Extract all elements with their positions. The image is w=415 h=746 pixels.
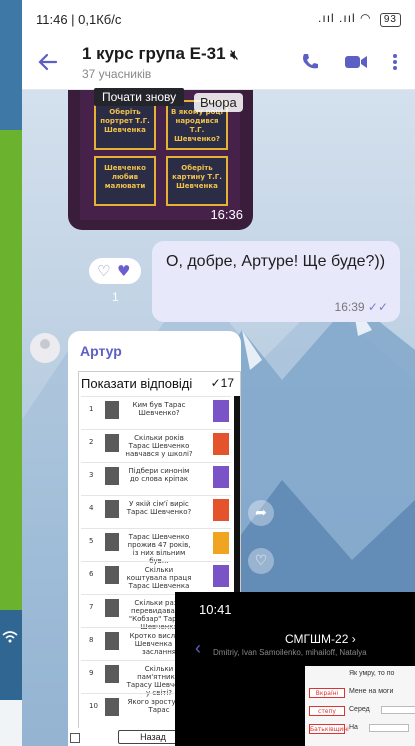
status-time: 11:46 | 0,1Кб/с: [36, 12, 122, 27]
row-portrait: [105, 599, 119, 617]
row-question: У якій сім'ї виріс Тарас Шевченко?: [126, 500, 192, 516]
signal-icon: .ııl .ııl: [318, 11, 356, 25]
row-question: Скільки років Тарас Шевченко навчався у …: [125, 434, 193, 458]
row-portrait: [105, 698, 119, 716]
more-menu-icon[interactable]: [392, 52, 398, 76]
overlay-document: Як умру, то по Вкраїні Мене на моги степ…: [305, 666, 415, 746]
doc-field: [369, 724, 409, 732]
row-question: Скільки коштувала праця Тарас Шевченка: [126, 566, 192, 590]
reaction-count: 1: [112, 290, 119, 304]
row-portrait: [105, 566, 119, 584]
forwarded-screenshot[interactable]: 10:41 ‹ СМГШМ-22 › Dmitriy, Ivan Samoile…: [175, 592, 415, 746]
status-right: .ııl .ııl ◠ 93: [318, 11, 401, 27]
doc-line: Серед: [349, 706, 370, 713]
worksheet-row: 4 У якій сім'ї виріс Тарас Шевченко?: [81, 495, 231, 527]
overlay-time: 10:41: [199, 602, 232, 617]
row-number: 2: [89, 438, 94, 446]
outgoing-time-text: 16:39: [334, 300, 365, 314]
doc-label: степу: [309, 706, 345, 716]
doc-line: Як умру, то по: [349, 670, 395, 677]
like-heart-icon[interactable]: ♡: [248, 548, 274, 574]
row-answer-tile: [213, 565, 229, 587]
row-portrait: [105, 665, 119, 683]
quiz-card: Шевченко любив малювати: [94, 156, 156, 206]
quiz-card: Оберіть картину Т.Г. Шевченка: [166, 156, 228, 206]
worksheet-row: 6 Скільки коштувала праця Тарас Шевченка: [81, 561, 231, 593]
row-number: 9: [89, 669, 94, 677]
restart-button: Почати знову: [94, 88, 185, 106]
members-count: 37 учасників: [82, 67, 152, 81]
chat-screen: 11:46 | 0,1Кб/с .ııl .ııl ◠ 93 1 курс гр…: [22, 0, 415, 746]
outgoing-message-time: 16:39 ✓✓: [335, 300, 388, 314]
doc-label: Вкраїні: [309, 688, 345, 698]
row-number: 6: [89, 570, 94, 578]
chat-header: 1 курс група Е-31 🔇︎ 37 учасників: [22, 38, 415, 90]
back-arrow-icon[interactable]: [38, 52, 60, 74]
background-green-panel: [0, 130, 22, 610]
battery-icon: 93: [379, 13, 401, 27]
outgoing-message-text: О, добре, Артуре! Ще буде?)): [166, 253, 386, 270]
doc-line: Мене на моги: [349, 688, 394, 695]
row-answer-tile: [213, 400, 229, 422]
row-answer-tile: [213, 499, 229, 521]
row-portrait: [105, 467, 119, 485]
chat-title[interactable]: 1 курс група Е-31 🔇︎: [82, 44, 238, 64]
doc-field: [381, 706, 415, 714]
worksheet-score: ✓17: [210, 376, 234, 390]
row-portrait: [105, 533, 119, 551]
row-number: 1: [89, 405, 94, 413]
overlay-chat-title: СМГШМ-22 ›: [285, 632, 356, 646]
row-number: 8: [89, 636, 94, 644]
row-number: 5: [89, 537, 94, 545]
worksheet-row: 5 Тарас Шевченко прожив 47 років, із них …: [81, 528, 231, 565]
row-portrait: [105, 401, 119, 419]
video-call-icon[interactable]: [344, 52, 368, 76]
reactions-pill[interactable]: ♡ ♥: [89, 258, 141, 284]
row-portrait: [105, 500, 119, 518]
phone-call-icon[interactable]: [300, 52, 320, 76]
background-app-strip: [0, 0, 22, 746]
row-number: 7: [89, 603, 94, 611]
row-portrait: [105, 632, 119, 650]
share-icon[interactable]: ➦: [248, 500, 274, 526]
wifi-icon: [2, 630, 18, 648]
wifi-status-icon: ◠: [360, 11, 372, 25]
outgoing-message[interactable]: О, добре, Артуре! Ще буде?)) 16:39 ✓✓: [152, 241, 400, 322]
read-check-icon: ✓✓: [367, 300, 388, 314]
worksheet-row: 2 Скільки років Тарас Шевченко навчався у…: [81, 429, 231, 461]
row-number: 4: [89, 504, 94, 512]
overlay-members: Dmitriy, Ivan Samoilenko, mihailoff, Nat…: [213, 648, 367, 657]
quiz-card: Оберіть портрет Т.Г. Шевченка: [94, 100, 156, 150]
worksheet-row: 1 Ким був Тарас Шевченко?: [81, 396, 231, 428]
sender-name[interactable]: Артур: [80, 343, 122, 359]
chat-title-text: 1 курс група Е-31: [82, 44, 226, 63]
row-answer-tile: [213, 466, 229, 488]
row-number: 10: [89, 702, 98, 710]
muted-icon: 🔇︎: [230, 47, 239, 62]
heart-outline-icon[interactable]: ♡: [97, 263, 110, 279]
status-bar: 11:46 | 0,1Кб/с .ııl .ııl ◠ 93: [22, 0, 415, 38]
avatar[interactable]: [30, 333, 60, 363]
row-answer-tile: [213, 433, 229, 455]
row-portrait: [105, 434, 119, 452]
row-question: Підбери синонім до слова кріпак: [128, 467, 190, 483]
overlay-back-icon: ‹: [195, 638, 201, 658]
background-bottom-bar: [0, 700, 22, 746]
row-question: Ким був Тарас Шевченко?: [132, 401, 186, 417]
doc-line: На: [349, 724, 358, 731]
image-time: 16:36: [210, 207, 243, 222]
row-answer-tile: [213, 532, 229, 554]
keyboard-icon: [70, 733, 80, 743]
worksheet-title: Показати відповіді: [81, 376, 193, 391]
date-separator: Вчора: [194, 93, 243, 112]
doc-label: Батьківщині: [309, 724, 349, 734]
worksheet-row: 3 Підбери синонім до слова кріпак: [81, 462, 231, 494]
heart-filled-icon[interactable]: ♥: [117, 263, 130, 279]
row-number: 3: [89, 471, 94, 479]
